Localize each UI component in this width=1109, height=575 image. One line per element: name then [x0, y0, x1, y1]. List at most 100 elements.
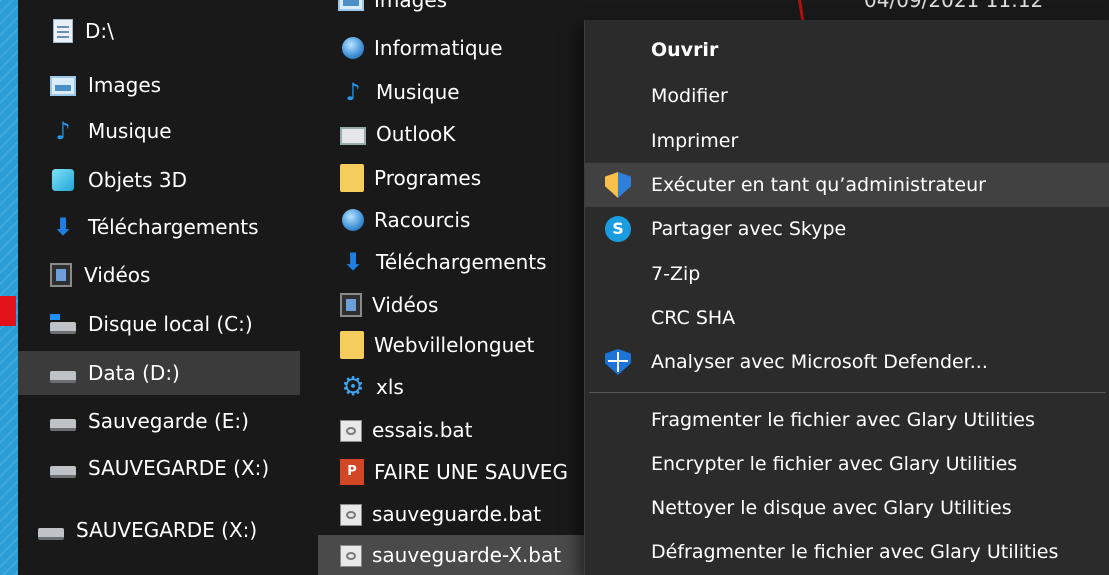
sidebar-item-label: Vidéos	[84, 263, 151, 287]
menu-item-label: 7-Zip	[651, 263, 701, 285]
file-item-xls[interactable]: ⚙ xls	[318, 367, 618, 407]
menu-item-label: Modifier	[651, 85, 728, 107]
video-icon	[340, 293, 362, 317]
slide-accent-bar	[0, 296, 16, 326]
music-icon: ♪	[55, 117, 71, 145]
file-item-label: essais.bat	[372, 418, 473, 442]
menu-item-label: Partager avec Skype	[651, 218, 847, 240]
menu-item-label: Fragmenter le fichier avec Glary Utiliti…	[651, 409, 1035, 431]
menu-item-glary-encrypt[interactable]: Encrypter le fichier avec Glary Utilitie…	[585, 442, 1109, 486]
menu-item-label: Défragmenter le fichier avec Glary Utili…	[651, 541, 1059, 563]
powerpoint-icon: P	[340, 459, 364, 485]
music-icon: ♪	[345, 78, 361, 106]
sidebar-item-label: Disque local (C:)	[88, 312, 253, 336]
sidebar-item-label: D:\	[85, 19, 114, 43]
sidebar-item-sauvegarde-x-2[interactable]: SAUVEGARDE (X:)	[18, 510, 300, 550]
document-icon	[53, 19, 73, 43]
batch-file-icon	[340, 504, 362, 526]
menu-item-share-skype[interactable]: S Partager avec Skype	[585, 207, 1109, 251]
sidebar-item-label: Data (D:)	[88, 361, 180, 385]
file-item-essais-bat[interactable]: essais.bat	[318, 410, 618, 450]
sidebar-item-label: Sauvegarde (E:)	[88, 409, 249, 433]
file-item-label: sauveguarde.bat	[372, 502, 542, 526]
folder-icon	[340, 331, 364, 359]
file-item-label: FAIRE UNE SAUVEG	[374, 460, 568, 484]
uac-shield-icon	[605, 172, 631, 198]
file-item-musique[interactable]: ♪ Musique	[318, 72, 618, 112]
menu-item-crc-sha[interactable]: CRC SHA	[585, 296, 1109, 340]
video-icon	[50, 263, 72, 287]
cube-icon	[51, 168, 75, 192]
sidebar-item-d-root[interactable]: D:\	[18, 11, 300, 51]
sidebar-item-label: SAUVEGARDE (X:)	[88, 456, 270, 480]
file-item-label: Racourcis	[374, 208, 471, 232]
download-icon: ⬇	[342, 248, 364, 276]
sidebar-item-sauvegarde-x[interactable]: SAUVEGARDE (X:)	[18, 448, 300, 488]
globe-icon	[342, 37, 364, 59]
menu-item-modifier[interactable]: Modifier	[585, 74, 1109, 118]
sidebar-item-label: Téléchargements	[88, 215, 259, 239]
sidebar-item-images[interactable]: Images	[18, 65, 300, 105]
menu-item-7zip[interactable]: 7-Zip	[585, 252, 1109, 296]
menu-item-glary-fragment[interactable]: Fragmenter le fichier avec Glary Utiliti…	[585, 398, 1109, 442]
folder-icon	[340, 164, 364, 192]
file-list: Informatique ♪ Musique OutlooK Programes…	[318, 0, 618, 575]
sidebar-item-telechargements[interactable]: ⬇ Téléchargements	[18, 207, 300, 247]
drive-icon	[38, 528, 64, 540]
drive-icon	[50, 371, 76, 383]
file-item-label: xls	[376, 375, 404, 399]
sidebar-item-data-d[interactable]: Data (D:)	[18, 351, 300, 395]
sidebar-item-label: SAUVEGARDE (X:)	[76, 518, 258, 542]
globe-icon	[342, 209, 364, 231]
menu-item-label: CRC SHA	[651, 307, 736, 329]
images-icon	[50, 76, 76, 96]
menu-item-label: Imprimer	[651, 130, 739, 152]
drive-icon	[50, 419, 76, 431]
drive-icon	[50, 466, 76, 478]
menu-item-glary-defrag[interactable]: Défragmenter le fichier avec Glary Utili…	[585, 530, 1109, 574]
menu-item-label: Analyser avec Microsoft Defender...	[651, 351, 988, 373]
sidebar-item-videos[interactable]: Vidéos	[18, 255, 300, 295]
file-item-label: Musique	[376, 80, 460, 104]
file-item-label: Webvillelonguet	[374, 333, 535, 357]
defender-icon	[605, 349, 631, 375]
menu-item-run-as-admin[interactable]: Exécuter en tant qu’administrateur	[585, 163, 1109, 207]
file-item-label: sauveguarde-X.bat	[372, 543, 562, 567]
date-modified-cut: 04/09/2021 11:12	[864, 0, 1044, 12]
mail-icon	[340, 127, 366, 145]
system-drive-icon	[50, 314, 76, 334]
menu-item-defender-scan[interactable]: Analyser avec Microsoft Defender...	[585, 340, 1109, 384]
sidebar-item-musique[interactable]: ♪ Musique	[18, 111, 300, 151]
file-item-telechargements[interactable]: ⬇ Téléchargements	[318, 242, 618, 282]
file-item-label: Programes	[374, 166, 482, 190]
file-item-webvillelonguet[interactable]: Webvillelonguet	[318, 325, 618, 365]
menu-item-imprimer[interactable]: Imprimer	[585, 119, 1109, 163]
sidebar-item-label: Images	[88, 73, 162, 97]
file-item-label: Vidéos	[372, 293, 439, 317]
menu-item-label: Exécuter en tant qu’administrateur	[651, 174, 986, 196]
file-item-racourcis[interactable]: Racourcis	[318, 200, 618, 240]
menu-item-ouvrir[interactable]: Ouvrir	[585, 28, 1109, 72]
file-item-programes[interactable]: Programes	[318, 158, 618, 198]
file-item-label: Téléchargements	[376, 250, 547, 274]
context-menu: Ouvrir Modifier Imprimer Exécuter en tan…	[584, 20, 1109, 575]
sidebar-item-label: Objets 3D	[88, 168, 188, 192]
file-item-sauveguarde-x-bat[interactable]: sauveguarde-X.bat	[318, 535, 618, 575]
file-item-informatique[interactable]: Informatique	[318, 28, 618, 68]
file-item-sauveguarde-bat[interactable]: sauveguarde.bat	[318, 494, 618, 534]
skype-icon: S	[605, 216, 631, 242]
download-icon: ⬇	[52, 213, 74, 241]
sidebar-item-label: Musique	[88, 119, 172, 143]
menu-separator	[589, 392, 1106, 393]
menu-item-glary-clean[interactable]: Nettoyer le disque avec Glary Utilities	[585, 486, 1109, 530]
batch-file-icon	[340, 545, 362, 567]
menu-item-label: Ouvrir	[651, 39, 719, 61]
sidebar-item-disque-local-c[interactable]: Disque local (C:)	[18, 304, 300, 344]
sidebar-item-objets-3d[interactable]: Objets 3D	[18, 160, 300, 200]
gear-icon: ⚙	[341, 372, 365, 402]
file-item-outlook[interactable]: OutlooK	[318, 114, 618, 154]
file-item-videos[interactable]: Vidéos	[318, 285, 618, 325]
file-item-faire-une-sauvegarde[interactable]: P FAIRE UNE SAUVEG	[318, 452, 618, 492]
file-item-label: OutlooK	[376, 122, 456, 146]
sidebar-item-sauvegarde-e[interactable]: Sauvegarde (E:)	[18, 401, 300, 441]
